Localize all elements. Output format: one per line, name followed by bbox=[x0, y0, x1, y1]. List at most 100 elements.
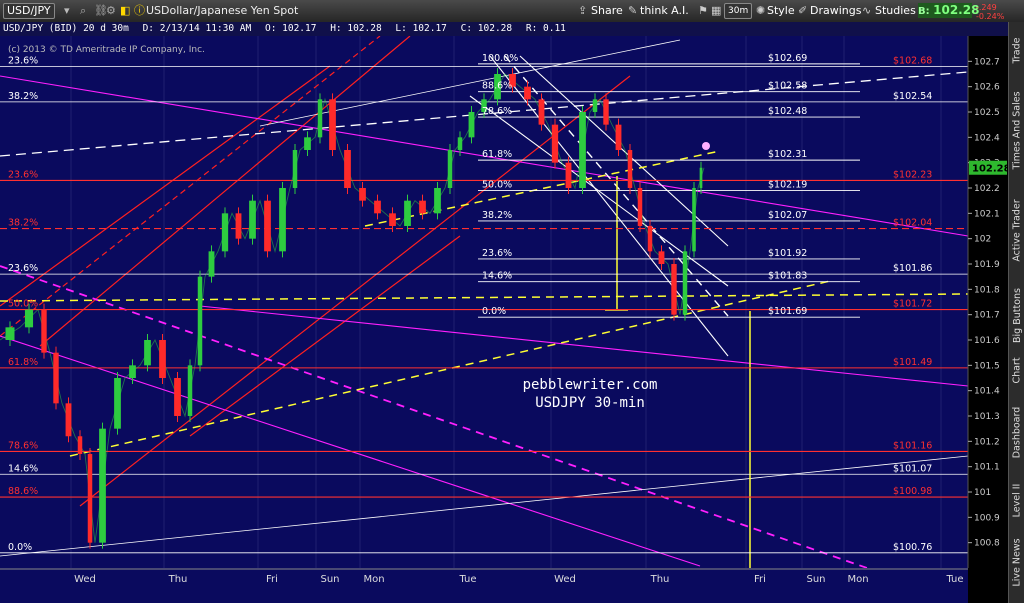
last-price-label: 102.28 bbox=[972, 164, 1008, 175]
candle-body bbox=[434, 188, 441, 214]
candle-body bbox=[579, 112, 586, 188]
mid-price-label: $102.69 bbox=[768, 53, 807, 64]
search-icon[interactable]: ⌕ bbox=[80, 4, 86, 18]
candle-body bbox=[329, 99, 336, 150]
left-fib-label: 23.6% bbox=[8, 263, 38, 274]
symbol-field[interactable]: USD/JPY bbox=[3, 3, 55, 19]
side-tab-live-news[interactable]: Live News bbox=[1009, 527, 1024, 597]
candle-body bbox=[99, 428, 106, 543]
candle-body bbox=[197, 276, 203, 366]
think-ai-button[interactable]: think A.I. bbox=[640, 4, 689, 18]
mid-price-label: $102.58 bbox=[768, 81, 807, 92]
drawings-icon[interactable]: ✐ bbox=[798, 4, 807, 18]
grid-icon[interactable]: ▦ bbox=[711, 4, 721, 18]
share-button[interactable]: Share bbox=[591, 4, 623, 18]
y-tick-label: 101.1 bbox=[974, 463, 1000, 473]
candle-body bbox=[235, 213, 242, 239]
candle-body bbox=[699, 167, 703, 188]
info-date: D: 2/13/14 11:30 AM bbox=[142, 23, 252, 34]
info-icon[interactable]: ⓘ bbox=[134, 4, 145, 18]
candle-body bbox=[174, 378, 181, 416]
side-tab-times-and-sales[interactable]: Times And Sales bbox=[1009, 82, 1024, 178]
right-level-label: $101.49 bbox=[893, 357, 932, 368]
x-tick-label: Sun bbox=[806, 574, 825, 585]
left-fib-label: 14.6% bbox=[8, 463, 38, 474]
x-tick-label: Mon bbox=[847, 574, 868, 585]
side-tab-label: Times And Sales bbox=[1011, 90, 1023, 170]
x-tick-label: Sun bbox=[320, 574, 339, 585]
side-tab-big-buttons[interactable]: Big Buttons bbox=[1009, 282, 1024, 348]
candle-body bbox=[603, 99, 609, 125]
side-tab-label: Big Buttons bbox=[1011, 287, 1023, 343]
candle-body bbox=[615, 124, 622, 150]
y-tick-label: 101.7 bbox=[974, 311, 1000, 321]
y-tick-label: 102 bbox=[974, 235, 991, 245]
y-tick-label: 100.9 bbox=[974, 513, 1000, 523]
side-tab-chart[interactable]: Chart bbox=[1009, 352, 1024, 388]
mid-fib-label: 100.0% bbox=[482, 53, 518, 64]
candle-body bbox=[65, 403, 72, 437]
y-tick-label: 100.8 bbox=[974, 539, 1000, 549]
side-tab-bar: Trade Times And Sales Active Trader Big But… bbox=[1008, 22, 1024, 603]
candle-body bbox=[627, 150, 633, 188]
candle-body bbox=[538, 99, 545, 125]
studies-button[interactable]: Studies bbox=[875, 4, 916, 18]
side-tab-label: Dashboard bbox=[1011, 406, 1023, 458]
candle-body bbox=[249, 200, 256, 239]
style-icon[interactable]: ✺ bbox=[756, 4, 765, 18]
symbol-dropdown-icon[interactable]: ▾ bbox=[64, 4, 70, 18]
side-tab-active-trader[interactable]: Active Trader bbox=[1009, 182, 1024, 278]
side-tab-trade[interactable]: Trade bbox=[1009, 22, 1024, 78]
right-level-label: $102.68 bbox=[893, 55, 932, 66]
candle-body bbox=[221, 213, 229, 252]
studies-icon[interactable]: ∿ bbox=[862, 4, 871, 18]
share-icon[interactable]: ⇪ bbox=[578, 4, 587, 18]
side-tab-dashboard[interactable]: Dashboard bbox=[1009, 392, 1024, 472]
side-tab-level-ii[interactable]: Level II bbox=[1009, 477, 1024, 523]
candle-body bbox=[87, 454, 93, 543]
side-tab-label: Chart bbox=[1011, 356, 1023, 384]
candle-body bbox=[524, 86, 531, 100]
style-button[interactable]: Style bbox=[767, 4, 795, 18]
candle-body bbox=[592, 99, 598, 112]
x-tick-label: Wed bbox=[74, 574, 96, 585]
candle-body bbox=[389, 213, 396, 226]
right-level-label: $102.54 bbox=[893, 91, 932, 102]
lightbulb-icon[interactable]: ✎ bbox=[628, 4, 637, 18]
candle-body bbox=[159, 340, 166, 378]
left-fib-label: 61.8% bbox=[8, 357, 38, 368]
candle-body bbox=[77, 436, 83, 454]
mid-fib-label: 50.0% bbox=[482, 180, 512, 191]
x-tick-label: Thu bbox=[650, 574, 670, 585]
candle-body bbox=[41, 309, 47, 353]
mid-price-label: $102.31 bbox=[768, 149, 807, 160]
candle-body bbox=[671, 264, 677, 315]
x-tick-label: Wed bbox=[554, 574, 576, 585]
candle-body bbox=[447, 150, 453, 188]
candle-body bbox=[53, 352, 59, 404]
candle-body bbox=[187, 365, 193, 416]
y-tick-label: 101.8 bbox=[974, 285, 1000, 295]
left-fib-label: 38.2% bbox=[8, 91, 38, 102]
settings-icon[interactable]: ⚙ bbox=[106, 4, 116, 18]
candle-body bbox=[457, 137, 463, 150]
candle-body bbox=[304, 137, 311, 150]
info-range: R: 0.11 bbox=[525, 23, 566, 34]
bid-label: B: bbox=[918, 6, 930, 17]
flag-icon[interactable]: ⚑ bbox=[698, 4, 708, 18]
y-tick-label: 101.6 bbox=[974, 336, 1000, 346]
y-tick-label: 101.5 bbox=[974, 361, 1000, 371]
candle-body bbox=[468, 112, 475, 138]
time-axis: Wed Thu Fri Sun Mon Tue Wed Thu Fri Sun Mon Tue bbox=[0, 568, 968, 603]
info-close: C: 102.28 bbox=[460, 23, 513, 34]
y-tick-label: 102.7 bbox=[974, 57, 1000, 67]
y-tick-label: 102.1 bbox=[974, 209, 1000, 219]
mid-price-label: $101.83 bbox=[768, 271, 807, 282]
right-level-label: $100.76 bbox=[893, 542, 932, 553]
interval-button[interactable]: 30m bbox=[724, 3, 753, 19]
price-chart[interactable]: 23.6% 38.2% 23.6% 38.2% 23.6% 50.0% 61.8% 78.6%… bbox=[0, 36, 1008, 603]
mid-fib-label: 61.8% bbox=[482, 149, 512, 160]
drawings-button[interactable]: Drawings bbox=[810, 4, 861, 18]
symbol-description: USDollar/Japanese Yen Spot bbox=[146, 4, 299, 17]
mid-price-label: $102.07 bbox=[768, 210, 807, 221]
